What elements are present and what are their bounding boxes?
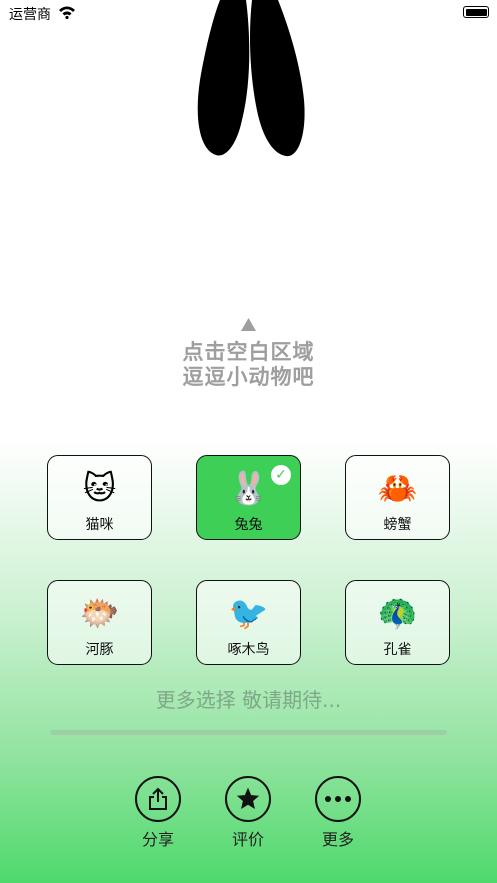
bird-icon: 🐦	[228, 594, 269, 632]
more-dots-icon	[315, 776, 361, 822]
hint-line-2: 逗逗小动物吧	[182, 365, 315, 389]
rate-button[interactable]: 评价	[218, 776, 278, 850]
rabbit-ears[interactable]	[190, 0, 310, 164]
divider	[50, 730, 447, 735]
carrier-name: 运营商	[9, 7, 51, 23]
animal-card-woodpecker[interactable]: 🐦 啄木鸟	[196, 580, 301, 665]
animal-label: 河豚	[85, 642, 114, 658]
animal-label: 啄木鸟	[227, 642, 270, 658]
animal-card-crab[interactable]: 🦀 螃蟹	[345, 455, 450, 540]
animal-label: 兔兔	[234, 517, 263, 533]
share-icon	[135, 776, 181, 822]
animal-card-cat[interactable]: 🐱 猫咪	[47, 455, 152, 540]
star-icon	[225, 776, 271, 822]
battery-icon	[463, 6, 489, 18]
up-arrow-icon	[241, 316, 256, 335]
crab-icon: 🦀	[377, 469, 418, 507]
animal-card-peacock[interactable]: 🦚 孔雀	[345, 580, 450, 665]
pufferfish-icon: 🐡	[79, 594, 120, 632]
more-label: 更多	[321, 830, 354, 849]
share-label: 分享	[141, 830, 174, 849]
rate-label: 评价	[231, 830, 264, 849]
checkmark-icon: ✓	[271, 465, 291, 485]
animal-card-pufferfish[interactable]: 🐡 河豚	[47, 580, 152, 665]
coming-soon-text: 更多选择 敬请期待...	[155, 688, 342, 712]
more-button[interactable]: 更多	[308, 776, 368, 850]
cat-icon: 🐱	[82, 469, 117, 507]
animal-label: 猫咪	[85, 517, 114, 533]
animal-label: 孔雀	[383, 642, 412, 658]
share-button[interactable]: 分享	[128, 776, 188, 850]
animal-label: 螃蟹	[383, 517, 412, 533]
wifi-icon	[58, 4, 76, 23]
peacock-icon: 🦚	[377, 594, 418, 632]
animal-card-rabbit[interactable]: 🐰 兔兔 ✓	[196, 455, 301, 540]
